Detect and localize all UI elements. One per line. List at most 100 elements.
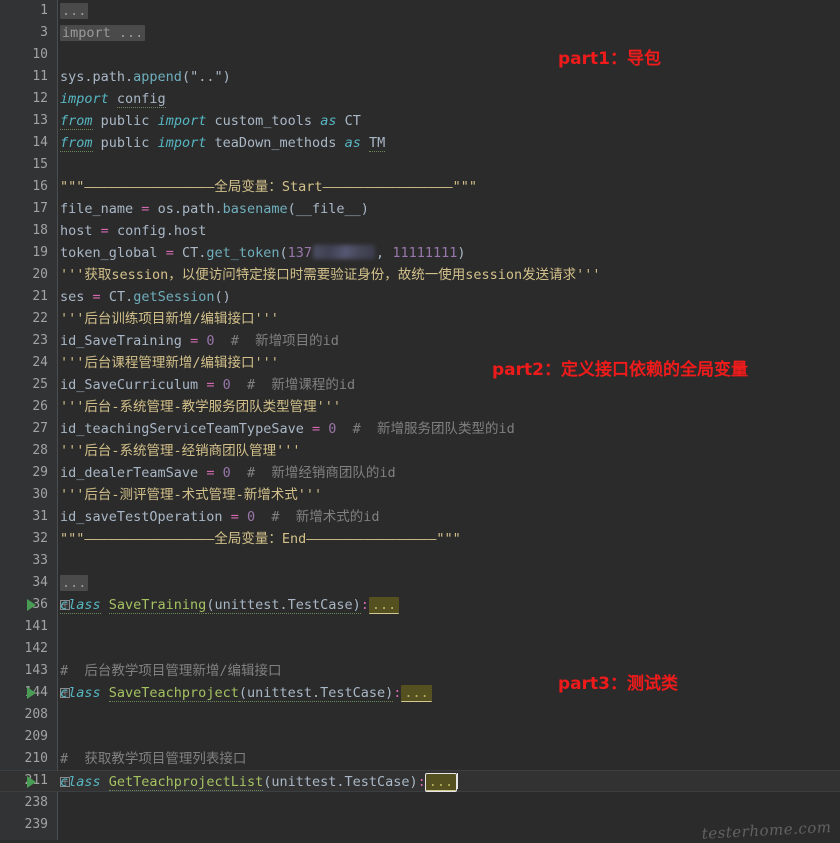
assign-operator: = xyxy=(206,465,215,481)
code-line-26[interactable]: 26 '''后台-系统管理-教学服务团队类型管理''' xyxy=(0,396,840,418)
code-line-32[interactable]: 32 """————————————————全局变量：End——————————… xyxy=(0,528,840,550)
code-text: token_global = CT.get_token(137, 1111111… xyxy=(60,242,465,264)
code-line-210[interactable]: 210 # 获取教学项目管理列表接口 xyxy=(0,748,840,770)
code-line-19[interactable]: 19 token_global = CT.get_token(137, 1111… xyxy=(0,242,840,264)
line-number: 144 xyxy=(24,685,48,700)
token-global-variable: token_global xyxy=(60,245,158,261)
as-keyword: as xyxy=(344,135,361,151)
line-number: 208 xyxy=(24,707,48,722)
folded-class-body[interactable]: ... xyxy=(424,773,458,792)
code-line-144[interactable]: 144 + class SaveTeachproject(unittest.Te… xyxy=(0,682,840,704)
line-number: 22 xyxy=(32,311,48,326)
get-token-call: get_token xyxy=(206,245,280,261)
code-line-13[interactable]: 13 from public import custom_tools as CT xyxy=(0,110,840,132)
initial-value: 0 xyxy=(246,509,256,525)
line-number: 143 xyxy=(24,663,48,678)
code-line-1[interactable]: 1 + ... xyxy=(0,0,840,22)
package-name: public xyxy=(100,135,150,151)
folded-region-placeholder[interactable]: ... xyxy=(60,3,89,19)
line-number: 31 xyxy=(32,509,48,524)
run-test-icon[interactable] xyxy=(27,599,36,611)
code-text: class GetTeachprojectList(unittest.TestC… xyxy=(60,771,459,793)
code-line-238[interactable]: 238 xyxy=(0,792,840,814)
basename-args: (__file__) xyxy=(287,201,369,217)
package-name: public xyxy=(100,113,150,129)
annotation-part1: part1：导包 xyxy=(558,49,661,69)
id-team-type-save-variable: id_teachingServiceTeamTypeSave xyxy=(60,421,304,437)
line-number: 18 xyxy=(32,223,48,238)
folded-region-placeholder[interactable]: ... xyxy=(60,575,89,591)
code-line-10[interactable]: 10 xyxy=(0,44,840,66)
line-number: 21 xyxy=(32,289,48,304)
folded-class-body[interactable]: ... xyxy=(368,597,400,614)
inline-comment: # 新增项目的id xyxy=(230,333,339,349)
class-keyword: class xyxy=(60,774,101,790)
code-line-21[interactable]: 21 ses = CT.getSession() xyxy=(0,286,840,308)
code-line-17[interactable]: 17 file_name = os.path.basename(__file__… xyxy=(0,198,840,220)
code-line-36[interactable]: 36 + class SaveTraining(unittest.TestCas… xyxy=(0,594,840,616)
run-test-icon[interactable] xyxy=(27,687,36,699)
code-line-14[interactable]: 14 from public import teaDown_methods as… xyxy=(0,132,840,154)
line-number: 12 xyxy=(32,91,48,106)
line-number: 210 xyxy=(24,751,48,766)
code-line-16[interactable]: 16 """————————————————全局变量：Start————————… xyxy=(0,176,840,198)
class-bases: (unittest.TestCase) xyxy=(238,685,394,702)
line-number: 32 xyxy=(32,531,48,546)
inline-comment: # 新增术式的id xyxy=(271,509,380,525)
code-line-15[interactable]: 15 xyxy=(0,154,840,176)
class-bases: (unittest.TestCase) xyxy=(206,597,361,614)
code-line-208[interactable]: 208 xyxy=(0,704,840,726)
code-line-33[interactable]: 33 xyxy=(0,550,840,572)
code-line-30[interactable]: 30 '''后台-测评管理-术式管理-新增术式''' xyxy=(0,484,840,506)
sys-identifier: sys xyxy=(60,69,85,85)
line-number: 3 xyxy=(40,25,48,40)
assign-operator: = xyxy=(190,333,199,349)
code-line-23[interactable]: 23 id_SaveTraining = 0 # 新增项目的id xyxy=(0,330,840,352)
code-line-209[interactable]: 209 xyxy=(0,726,840,748)
code-line-22[interactable]: 22 '''后台训练项目新增/编辑接口''' xyxy=(0,308,840,330)
docstring-globals-start: """————————————————全局变量：Start———————————… xyxy=(60,179,477,195)
comment-teachproject-save: # 后台教学项目管理新增/编辑接口 xyxy=(60,663,282,679)
line-number: 36 xyxy=(32,597,48,612)
initial-value: 0 xyxy=(222,465,231,481)
class-bases: (unittest.TestCase) xyxy=(263,774,418,790)
code-line-142[interactable]: 142 xyxy=(0,638,840,660)
run-test-icon[interactable] xyxy=(27,776,36,788)
append-args: ("..") xyxy=(181,69,231,85)
folded-class-body[interactable]: ... xyxy=(401,685,432,702)
code-text: id_saveTestOperation = 0 # 新增术式的id xyxy=(60,506,380,528)
assign-operator: = xyxy=(100,223,109,239)
code-line-12[interactable]: 12 import config xyxy=(0,88,840,110)
code-text: class SaveTeachproject(unittest.TestCase… xyxy=(60,682,432,704)
code-line-18[interactable]: 18 host = config.host xyxy=(0,220,840,242)
code-line-141[interactable]: 141 xyxy=(0,616,840,638)
assign-operator: = xyxy=(311,421,321,437)
get-session-call: getSession xyxy=(133,289,215,305)
id-dealer-team-save-variable: id_dealerTeamSave xyxy=(60,465,199,481)
phone-number-prefix: 137 xyxy=(287,245,313,261)
code-line-28[interactable]: 28 '''后台-系统管理-经销商团队管理''' xyxy=(0,440,840,462)
code-line-20[interactable]: 20 '''获取session，以便访问特定接口时需要验证身份，故统一使用ses… xyxy=(0,264,840,286)
code-text: id_SaveCurriculum = 0 # 新增课程的id xyxy=(60,374,355,396)
config-host-expr: config.host xyxy=(116,223,207,239)
folded-ellipsis: ... xyxy=(118,25,144,41)
code-line-211[interactable]: 211 + class GetTeachprojectList(unittest… xyxy=(0,770,840,792)
docstring-globals-end: """————————————————全局变量：End—————————————… xyxy=(60,531,461,547)
line-number: 141 xyxy=(24,619,48,634)
code-line-29[interactable]: 29 id_dealerTeamSave = 0 # 新增经销商团队的id xyxy=(0,462,840,484)
code-line-3[interactable]: 3 + import ... xyxy=(0,22,840,44)
colon: : xyxy=(417,774,426,790)
code-line-27[interactable]: 27 id_teachingServiceTeamTypeSave = 0 # … xyxy=(0,418,840,440)
folded-import-placeholder[interactable]: import ... xyxy=(60,25,146,41)
ct-object: CT. xyxy=(181,245,207,261)
initial-value: 0 xyxy=(206,333,215,349)
code-line-11[interactable]: 11 sys.path.append("..") xyxy=(0,66,840,88)
class-keyword: class xyxy=(60,685,101,701)
code-line-31[interactable]: 31 id_saveTestOperation = 0 # 新增术式的id xyxy=(0,506,840,528)
code-line-34[interactable]: 34 + ... xyxy=(0,572,840,594)
line-number: 211 xyxy=(24,773,48,788)
code-line-143[interactable]: 143 # 后台教学项目管理新增/编辑接口 xyxy=(0,660,840,682)
path-attribute: .path. xyxy=(84,69,134,85)
line-number: 26 xyxy=(32,399,48,414)
code-editor[interactable]: 1 + ... 3 + import ... 10 11 sys.path.ap… xyxy=(0,0,840,843)
